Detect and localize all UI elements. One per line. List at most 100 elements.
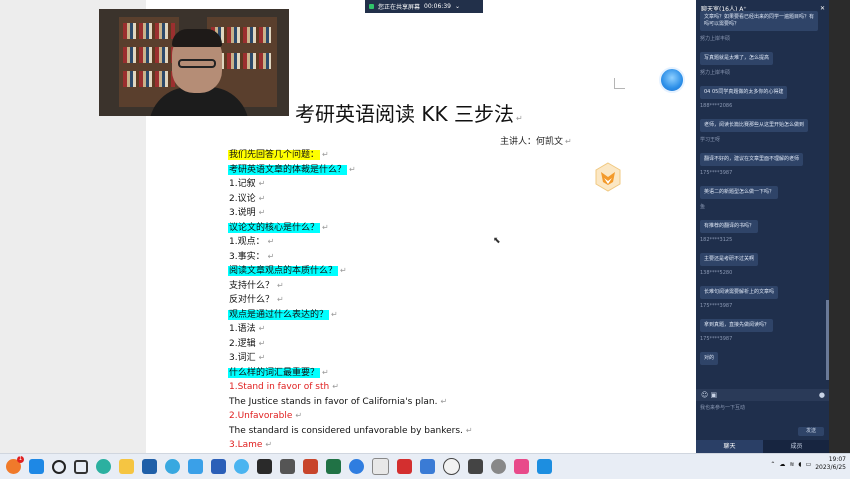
image-icon[interactable]: ▣: [711, 391, 718, 399]
paragraph-mark: ↵: [277, 295, 284, 304]
chat-bubble: 长难句阅读需要解析上的文章吗: [700, 286, 779, 299]
edge-browser-icon[interactable]: [96, 459, 111, 474]
document-line: 1.Stand in favor of sth ↵: [228, 380, 558, 395]
settings-gear-icon[interactable]: [491, 459, 506, 474]
chat-message-list[interactable]: 文章吗？如果要看已经出来的同学一遍题目吗？有吗可以需要吗？ 努力上岸丰硕 写真题就是…: [700, 10, 824, 380]
line-text: 什么样的词汇最重要？: [228, 367, 321, 378]
notification-app-icon[interactable]: 1: [6, 456, 24, 474]
emoji-icon[interactable]: ☺: [701, 391, 708, 399]
line-text: 观点是通过什么表达的？: [228, 309, 330, 320]
camera-icon[interactable]: [468, 459, 483, 474]
document-line: 议论文的核心是什么？ ↵: [228, 221, 558, 236]
screen-share-bar[interactable]: 您正在共享屏幕 00:06:39 ⌄: [365, 0, 483, 13]
media-icon[interactable]: [280, 459, 295, 474]
chat-input[interactable]: 我也来参与一下互动: [700, 404, 745, 411]
wifi-icon[interactable]: ≋: [789, 461, 794, 468]
chat-username: 175****3987: [700, 336, 733, 342]
page-corner-mark: [614, 78, 625, 89]
line-text: 3.词汇: [229, 353, 256, 363]
video-app-icon[interactable]: [188, 459, 203, 474]
p-app-icon[interactable]: [537, 459, 552, 474]
chat-bubble: 翻译不好的，建议在文章里面不理解的老师: [700, 153, 804, 166]
paragraph-mark: ↵: [340, 266, 347, 275]
line-text: 支持什么？: [229, 280, 275, 291]
chat-username: 182****3125: [700, 237, 733, 243]
paragraph-mark: ↵: [267, 251, 275, 261]
store-icon[interactable]: [142, 459, 157, 474]
excel-icon[interactable]: [326, 459, 341, 474]
paragraph-mark: ↵: [258, 324, 266, 333]
terminal-icon[interactable]: [257, 459, 272, 474]
chat-message: 138****5280 长难句阅读需要解析上的文章吗: [700, 270, 824, 299]
paint-icon[interactable]: [514, 459, 529, 474]
fox-assistant-icon[interactable]: [593, 162, 623, 192]
document-line: 支持什么？ ↵: [228, 279, 558, 294]
browser-icon[interactable]: [443, 458, 460, 475]
chat-username: 鱼: [700, 204, 706, 210]
paragraph-mark: ↵: [331, 309, 338, 319]
document-line: 3.Lame ↵: [228, 438, 558, 453]
chat-scrollbar[interactable]: [826, 300, 829, 380]
document-line: 我们先回答几个问题： ↵: [228, 148, 558, 163]
word-icon[interactable]: [211, 459, 226, 474]
chevron-up-icon[interactable]: ⌃: [770, 461, 775, 468]
powerpoint-icon[interactable]: [303, 459, 318, 474]
chat-message: 鱼有推荐的翻译的书吗？: [700, 203, 824, 233]
document-line: 3.词汇 ↵: [228, 351, 558, 366]
chat-app-icon[interactable]: [165, 459, 180, 474]
chat-username: 175****3987: [700, 170, 733, 176]
chat-message: 175****3987 英语二的新题型怎么做一下吗？: [700, 170, 824, 199]
document-line: 2.逻辑 ↵: [228, 337, 558, 352]
chat-message: 文章吗？如果要看已经出来的同学一遍题目吗？有吗可以需要吗？: [700, 10, 824, 31]
line-text: 反对什么？: [229, 295, 275, 305]
line-text: 2.Unfavorable: [229, 411, 293, 421]
more-icon[interactable]: ●: [819, 391, 825, 399]
clock[interactable]: 19:07 2023/6/25: [815, 456, 846, 472]
line-text: 3.Lame: [229, 440, 263, 450]
tools-icon[interactable]: [420, 459, 435, 474]
file-explorer-icon[interactable]: [119, 459, 134, 474]
chat-username: 努力上岸丰硕: [700, 70, 731, 76]
send-button[interactable]: 发送: [798, 427, 824, 436]
task-view-icon[interactable]: [74, 459, 88, 474]
cloud-icon[interactable]: ☁: [779, 461, 785, 468]
chat-message: 182****3125 主要还是考研不过关啊: [700, 237, 824, 266]
line-text: 考研英语文章的体裁是什么？: [228, 164, 348, 175]
chat-message: 188****2086 老师，阅读长篇比赛那些从这里开始怎么做到: [700, 103, 824, 132]
chevron-down-icon[interactable]: ⌄: [455, 3, 460, 10]
paragraph-mark: ↵: [295, 411, 303, 420]
windows-start-icon[interactable]: [29, 459, 44, 474]
volume-icon[interactable]: ◖: [798, 461, 801, 468]
qq-icon[interactable]: [234, 459, 249, 474]
paragraph-mark: ↵: [265, 440, 273, 449]
tab-chat[interactable]: 聊天: [696, 440, 763, 453]
notes-icon[interactable]: [372, 458, 389, 475]
paragraph-mark: ↵: [258, 193, 266, 203]
search-icon[interactable]: [52, 459, 66, 474]
chat-tabs: 聊天 成员: [696, 440, 830, 453]
pdf-icon[interactable]: [397, 459, 412, 474]
paragraph-mark: ↵: [322, 150, 329, 159]
system-tray: ⌃ ☁ ≋ ◖ ▭ 19:07 2023/6/25: [770, 456, 846, 472]
line-text: 阅读文章观点的本质什么？: [228, 266, 339, 276]
tab-members[interactable]: 成员: [763, 440, 830, 453]
share-status: 您正在共享屏幕: [378, 4, 421, 11]
line-text: 议论文的核心是什么？: [228, 222, 321, 233]
line-text: 1.语法: [229, 324, 256, 334]
chat-bubble: 有推荐的翻译的书吗？: [700, 220, 759, 233]
chat-bubble: 拿到真题，直接先做阅读吗？: [700, 319, 774, 332]
document-line: 2.议论 ↵: [228, 192, 558, 207]
right-edge-panel: [829, 0, 850, 453]
document-body: 我们先回答几个问题： ↵ 考研英语文章的体裁是什么？ ↵ 1.记叙 ↵ 2.议论 ↵ 3.说明 ↵…: [228, 148, 558, 453]
document-line: 1.观点： ↵: [228, 235, 558, 250]
chat-username: 学习王呀: [700, 137, 721, 143]
chat-bubble: 老师，阅读长篇比赛那些从这里开始怎么做到: [700, 119, 809, 132]
floating-ball-icon[interactable]: [659, 67, 685, 93]
chat-bubble: 英语二的新题型怎么做一下吗？: [700, 186, 779, 199]
document-line: 什么样的词汇最重要？ ↵: [228, 366, 558, 381]
battery-icon[interactable]: ▭: [806, 461, 812, 468]
document-line: 3.说明 ↵: [228, 206, 558, 221]
chat-bubble: 写真题就是太难了，怎么提高: [700, 52, 774, 65]
document-line: 反对什么？ ↵: [228, 293, 558, 308]
meeting-icon[interactable]: [349, 459, 364, 474]
